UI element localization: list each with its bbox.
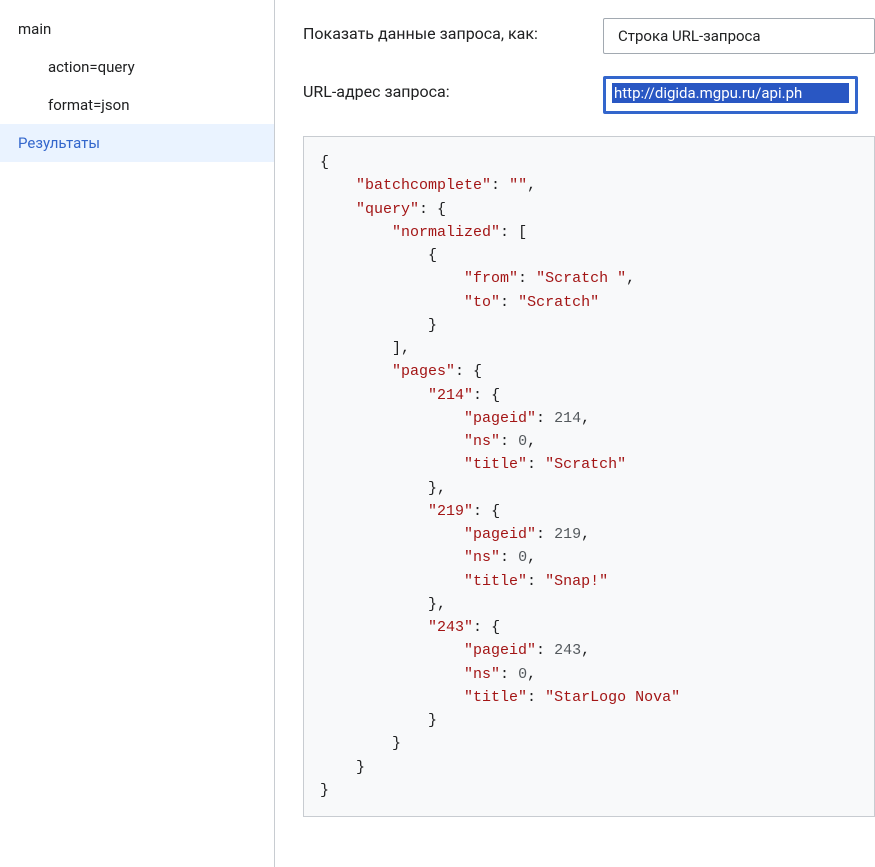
sidebar-item-format[interactable]: format=json <box>0 86 274 124</box>
sidebar-item-results[interactable]: Результаты <box>0 124 274 162</box>
sidebar: main action=query format=json Результаты <box>0 0 275 867</box>
row-show-as: Показать данные запроса, как: Строка URL… <box>303 18 875 54</box>
json-output: { "batchcomplete": "", "query": { "norma… <box>320 151 858 802</box>
url-value: http://digida.mgpu.ru/api.ph <box>612 83 849 103</box>
result-json: { "batchcomplete": "", "query": { "norma… <box>303 136 875 817</box>
sidebar-item-action[interactable]: action=query <box>0 48 274 86</box>
label-show-as: Показать данные запроса, как: <box>303 18 603 43</box>
sidebar-item-main[interactable]: main <box>0 10 274 48</box>
row-url: URL-адрес запроса: http://digida.mgpu.ru… <box>303 76 875 114</box>
main-panel: Показать данные запроса, как: Строка URL… <box>275 0 875 867</box>
select-show-as[interactable]: Строка URL-запроса <box>603 18 875 54</box>
label-url: URL-адрес запроса: <box>303 76 603 101</box>
url-input[interactable]: http://digida.mgpu.ru/api.ph <box>603 76 858 114</box>
